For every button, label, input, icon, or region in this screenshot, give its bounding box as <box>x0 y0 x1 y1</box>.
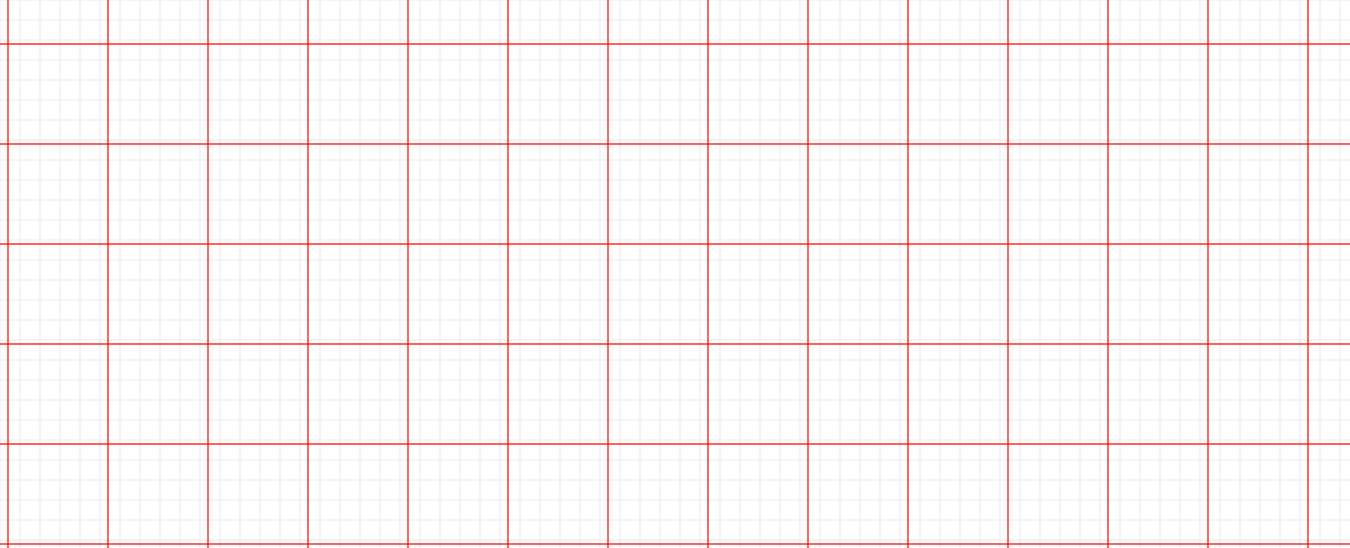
graph-paper-grid <box>0 0 1350 548</box>
grid-lines <box>0 0 1350 548</box>
minor-grid <box>0 0 1350 548</box>
major-grid <box>0 0 1350 548</box>
